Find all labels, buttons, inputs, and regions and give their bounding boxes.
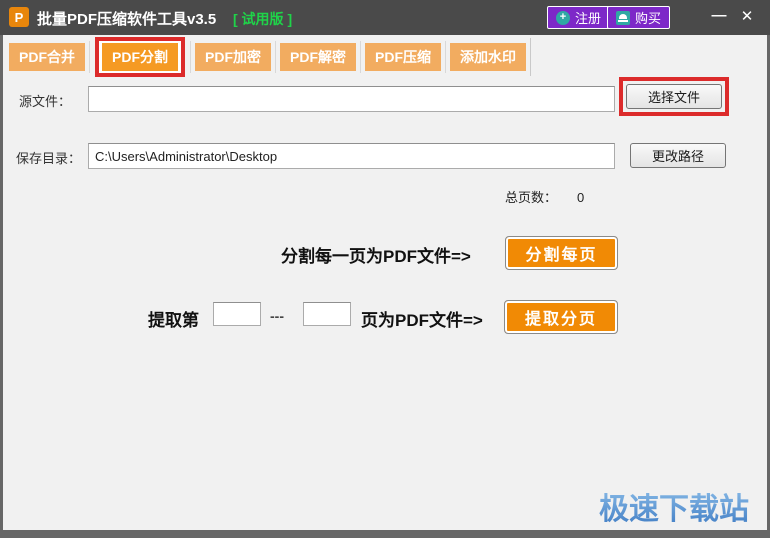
app-window: P 批量PDF压缩软件工具v3.5 [ 试用版 ] + 注册 购买 — ✕ PD… (0, 0, 770, 538)
tab-separator (360, 41, 361, 73)
buy-basket-icon (615, 10, 630, 25)
tab-pdf-decrypt[interactable]: PDF解密 (280, 43, 356, 71)
extract-suffix-label: 页为PDF文件=> (361, 311, 483, 330)
tab-separator (445, 41, 446, 73)
total-pages: 总页数： 0 (505, 187, 584, 206)
total-pages-value: 0 (577, 190, 585, 205)
split-caption: 分割每一页为PDF文件=> (281, 247, 471, 266)
tab-pdf-merge[interactable]: PDF合并 (9, 43, 85, 71)
choose-file-button[interactable]: 选择文件 (626, 84, 722, 109)
minimize-button[interactable]: — (708, 6, 730, 28)
titlebar: P 批量PDF压缩软件工具v3.5 [ 试用版 ] + 注册 购买 — ✕ (0, 0, 770, 35)
change-path-button[interactable]: 更改路径 (630, 143, 726, 168)
register-button-label: 注册 (574, 11, 601, 26)
split-every-page-button[interactable]: 分割每页 (505, 236, 618, 270)
buy-button-label: 购买 (634, 11, 661, 26)
total-pages-label: 总页数： (505, 190, 558, 205)
close-button[interactable]: ✕ (736, 6, 758, 28)
tab-separator (275, 41, 276, 73)
tab-bar: PDF合并 PDF分割 PDF加密 PDF解密 PDF压缩 添加水印 (9, 37, 535, 77)
source-file-label: 源文件： (19, 94, 72, 109)
window-body: PDF合并 PDF分割 PDF加密 PDF解密 PDF压缩 添加水印 源文件： … (3, 35, 767, 530)
range-separator: --- (270, 308, 284, 324)
tab-pdf-compress[interactable]: PDF压缩 (365, 43, 441, 71)
source-file-input[interactable] (88, 86, 615, 112)
extract-prefix-label: 提取第 (148, 311, 199, 330)
save-dir-label: 保存目录： (16, 151, 82, 166)
register-gear-icon: + (555, 10, 570, 25)
tab-bar-end-divider (530, 38, 531, 76)
tab-pdf-split[interactable]: PDF分割 (102, 43, 178, 71)
tab-separator (190, 41, 191, 73)
register-button[interactable]: + 注册 (546, 6, 610, 29)
tab-add-watermark[interactable]: 添加水印 (450, 43, 526, 71)
save-dir-input[interactable] (88, 143, 615, 169)
trial-badge: [ 试用版 ] (233, 11, 293, 27)
active-tab-highlight: PDF分割 (95, 37, 185, 77)
extract-to-input[interactable] (303, 302, 351, 326)
window-title: 批量PDF压缩软件工具v3.5 (37, 11, 217, 28)
tab-separator (89, 41, 90, 73)
extract-pages-button[interactable]: 提取分页 (504, 300, 618, 334)
extract-from-input[interactable] (213, 302, 261, 326)
buy-button[interactable]: 购买 (606, 6, 670, 29)
app-logo-icon: P (9, 7, 29, 27)
tab-pdf-encrypt[interactable]: PDF加密 (195, 43, 271, 71)
site-watermark: 极速下载站 (599, 484, 749, 528)
choose-file-highlight: 选择文件 (619, 77, 729, 116)
